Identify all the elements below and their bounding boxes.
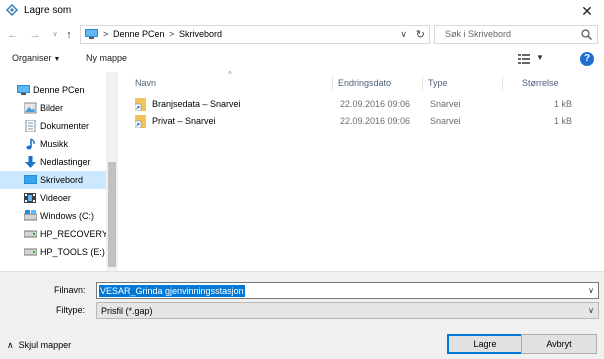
file-type: Snarvei [430, 99, 461, 109]
filetype-value: Prisfil (*.gap) [101, 306, 153, 316]
sidebar-item-label: Nedlastinger [40, 157, 91, 167]
column-header-type[interactable]: Type [428, 78, 448, 88]
sidebar-item-label: Bilder [40, 103, 64, 113]
chevron-down-icon[interactable]: ∨ [588, 286, 594, 295]
column-header-name[interactable]: Navn [135, 78, 156, 88]
filename-input[interactable]: VESAR_Grinda gjenvinningsstasjon ∨ [96, 282, 599, 299]
recent-dropdown-icon[interactable]: ∨ [48, 28, 62, 42]
sidebar-item-music[interactable]: Musikk [0, 135, 106, 153]
cancel-button[interactable]: Avbryt [521, 334, 597, 354]
up-arrow-icon[interactable]: ↑ [62, 28, 76, 42]
filetype-select[interactable]: Prisfil (*.gap) ∨ [96, 302, 599, 319]
sidebar-item-drive-recovery[interactable]: HP_RECOVERY ( [0, 225, 113, 243]
organize-label: Organiser [12, 53, 52, 63]
sidebar-item-documents[interactable]: Dokumenter [0, 117, 106, 135]
search-placeholder: Søk i Skrivebord [445, 29, 512, 39]
sidebar-item-downloads[interactable]: Nedlastinger [0, 153, 106, 171]
sidebar-item-desktop[interactable]: Skrivebord [0, 171, 106, 189]
save-panel: Filnavn: VESAR_Grinda gjenvinningsstasjo… [0, 271, 604, 359]
window-title: Lagre som [24, 5, 72, 16]
pictures-icon [24, 102, 37, 114]
column-divider[interactable] [332, 76, 333, 90]
help-icon[interactable]: ? [580, 52, 594, 66]
view-dropdown-icon[interactable]: ▼ [536, 53, 544, 62]
hide-folders-button[interactable]: ∧ Skjul mapper [7, 340, 71, 351]
chevron-down-icon[interactable]: ∨ [588, 306, 594, 315]
chevron-down-icon[interactable]: ∨ [400, 29, 407, 40]
sidebar-item-videos[interactable]: Videoer [0, 189, 106, 207]
sidebar-item-pictures[interactable]: Bilder [0, 99, 106, 117]
view-options-icon[interactable] [518, 54, 530, 64]
chevron-up-icon: ∧ [7, 340, 14, 350]
breadcrumb-separator: > [103, 29, 109, 39]
downloads-icon [25, 156, 36, 168]
app-icon [6, 4, 18, 16]
file-size: 1 kB [554, 99, 573, 109]
refresh-icon[interactable]: ↻ [416, 28, 425, 41]
shortcut-icon [135, 115, 146, 128]
file-size: 1 kB [554, 116, 573, 126]
sidebar-item-drive-tools[interactable]: HP_TOOLS (E:) [0, 243, 106, 261]
breadcrumb-this-pc[interactable]: Denne PCen [113, 29, 165, 39]
sidebar-item-label: Denne PCen [33, 85, 85, 95]
sidebar-item-label: Windows (C:) [40, 211, 95, 221]
music-icon [26, 138, 35, 150]
drive-icon [24, 248, 37, 256]
file-date: 22.09.2016 09:06 [340, 116, 411, 126]
drive-icon [24, 210, 37, 221]
documents-icon [25, 120, 36, 132]
new-folder-button[interactable]: Ny mappe [86, 53, 127, 63]
sort-ascending-icon: ^ [228, 70, 232, 79]
breadcrumb-separator: > [169, 29, 175, 39]
file-type: Snarvei [430, 116, 461, 126]
sidebar-item-drive-c[interactable]: Windows (C:) [0, 207, 106, 225]
computer-icon [85, 29, 98, 39]
back-arrow-icon[interactable]: ← [6, 28, 20, 42]
sidebar-item-label: HP_TOOLS (E:) [40, 247, 105, 257]
search-input[interactable]: Søk i Skrivebord [434, 25, 598, 44]
save-button[interactable]: Lagre [447, 334, 523, 354]
column-header-size[interactable]: Størrelse [522, 78, 559, 88]
breadcrumb-desktop[interactable]: Skrivebord [179, 29, 222, 39]
navigation-pane: Denne PCen Bilder Dokumenter Musikk Nedl… [0, 72, 118, 271]
filetype-label: Filtype: [56, 305, 86, 315]
hide-folders-label: Skjul mapper [18, 340, 72, 350]
sidebar-item-label: Dokumenter [40, 121, 90, 131]
desktop-icon [24, 175, 37, 184]
column-divider[interactable] [422, 76, 423, 90]
address-bar[interactable]: > Denne PCen > Skrivebord ∨ ↻ [80, 25, 430, 44]
close-button[interactable]: ✕ [576, 1, 598, 21]
table-row[interactable]: Branjsedata – Snarvei 22.09.2016 09:06 S… [130, 96, 590, 113]
sidebar-item-label: Skrivebord [40, 175, 84, 185]
filename-label: Filnavn: [54, 285, 86, 295]
computer-icon [17, 85, 30, 95]
sidebar-item-label: HP_RECOVERY ( [40, 229, 114, 239]
sidebar-item-label: Musikk [40, 139, 69, 149]
file-list: ^ Navn Endringsdato Type Størrelse Branj… [118, 70, 604, 271]
videos-icon [24, 193, 36, 203]
search-icon[interactable] [581, 29, 592, 40]
sidebar-scrollbar[interactable] [106, 72, 118, 271]
file-date: 22.09.2016 09:06 [340, 99, 411, 109]
file-name: Branjsedata – Snarvei [152, 99, 241, 109]
organize-button[interactable]: Organiser ▼ [12, 53, 60, 63]
title-bar: Lagre som ✕ [0, 0, 604, 22]
forward-arrow-icon[interactable]: → [28, 28, 42, 42]
command-bar: Organiser ▼ Ny mappe ▼ ? [0, 48, 604, 72]
column-divider[interactable] [502, 76, 503, 90]
sidebar-item-label: Videoer [40, 193, 71, 203]
caret-down-icon: ▼ [53, 56, 61, 63]
table-row[interactable]: Privat – Snarvei 22.09.2016 09:06 Snarve… [130, 113, 590, 130]
scrollbar-thumb[interactable] [108, 162, 116, 267]
sidebar-item-this-pc[interactable]: Denne PCen [0, 81, 106, 99]
drive-icon [24, 230, 37, 238]
filename-value: VESAR_Grinda gjenvinningsstasjon [99, 285, 245, 297]
address-row: ← → ∨ ↑ > Denne PCen > Skrivebord ∨ ↻ Sø… [0, 22, 604, 48]
column-header-date[interactable]: Endringsdato [338, 78, 391, 88]
file-name: Privat – Snarvei [152, 116, 216, 126]
shortcut-icon [135, 98, 146, 111]
